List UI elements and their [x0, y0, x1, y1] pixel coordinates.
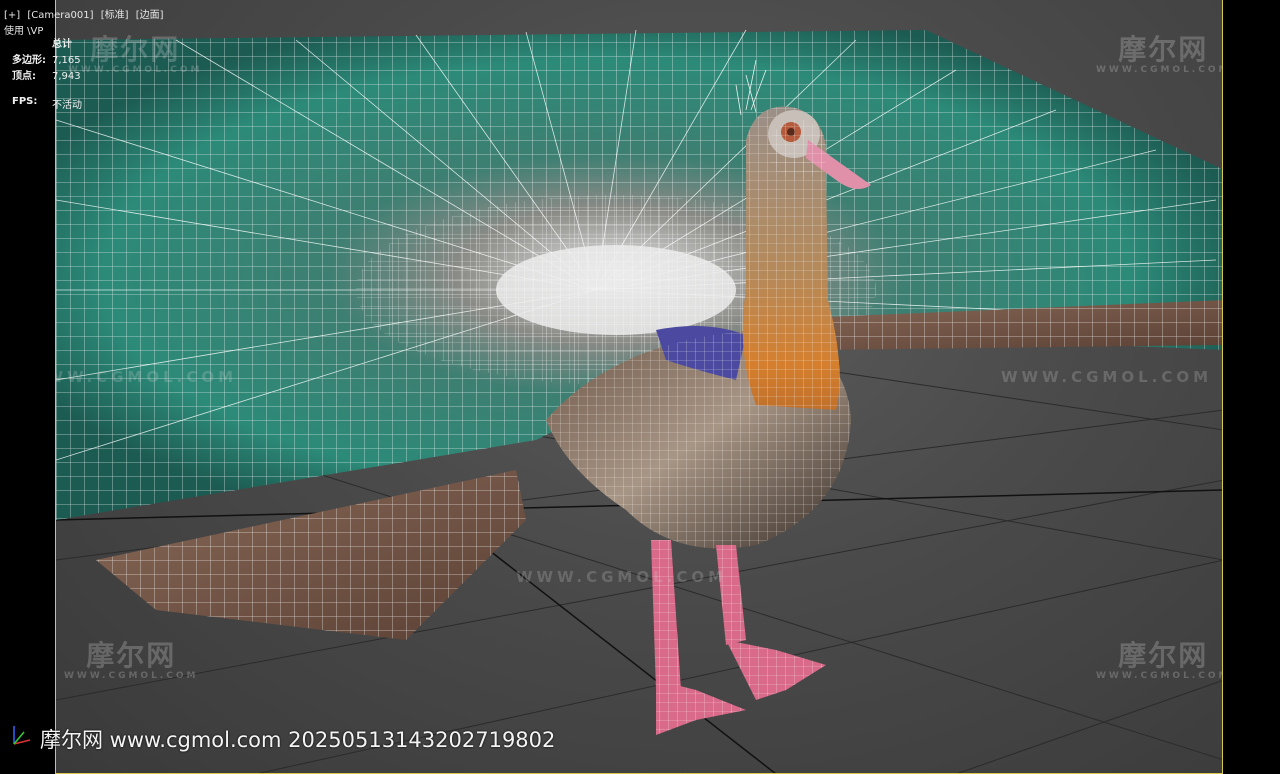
stats-polys-label: 多边形:: [12, 55, 46, 66]
watermark-url-lower-center: WWW.CGMOL.COM: [516, 568, 728, 586]
viewport-display-mode-menu[interactable]: [边面]: [136, 10, 164, 21]
footer-credit-text: 摩尔网 www.cgmol.com 20250513143202719802: [40, 728, 556, 752]
viewport-plus-menu[interactable]: [+]: [4, 10, 20, 21]
camera-viewport[interactable]: 摩尔网 WWW.CGMOL.COM 摩尔网 WWW.CGMOL.COM 摩尔网 …: [55, 0, 1223, 774]
fps-readout: FPS: 不活动: [12, 96, 82, 111]
viewport-statistics: 总计 多边形: 7,165 顶点: 7,943: [12, 37, 81, 85]
fps-label: FPS:: [12, 96, 38, 107]
stats-total-label: 总计: [52, 39, 72, 50]
stats-verts-label: 顶点:: [12, 71, 36, 82]
watermark-url-mid-right: WWW.CGMOL.COM: [1001, 368, 1213, 386]
watermark-bottom-left: 摩尔网 WWW.CGMOL.COM: [64, 639, 199, 681]
viewport-sub-label: 使用 \VP: [4, 26, 44, 37]
viewport-shading-menu[interactable]: [标准]: [101, 10, 129, 21]
watermark-top-right: 摩尔网 WWW.CGMOL.COM: [1096, 33, 1223, 75]
viewport-area[interactable]: 摩尔网 WWW.CGMOL.COM 摩尔网 WWW.CGMOL.COM 摩尔网 …: [0, 0, 1280, 774]
stats-verts-value: 7,943: [52, 71, 81, 82]
fps-value: 不活动: [52, 100, 82, 111]
scene-render: [56, 29, 1222, 773]
watermark-url-mid-left: WWW.CGMOL.COM: [56, 368, 238, 386]
viewport-camera-menu[interactable]: [Camera001]: [27, 10, 93, 21]
stats-polys-value: 7,165: [52, 55, 81, 66]
watermark-top-left: 摩尔网 WWW.CGMOL.COM: [68, 33, 203, 75]
watermark-bottom-right: 摩尔网 WWW.CGMOL.COM: [1096, 639, 1223, 681]
viewport-label-menu: [+] [Camera001] [标准] [边面]: [4, 6, 168, 21]
axis-gizmo-icon: [13, 726, 31, 745]
